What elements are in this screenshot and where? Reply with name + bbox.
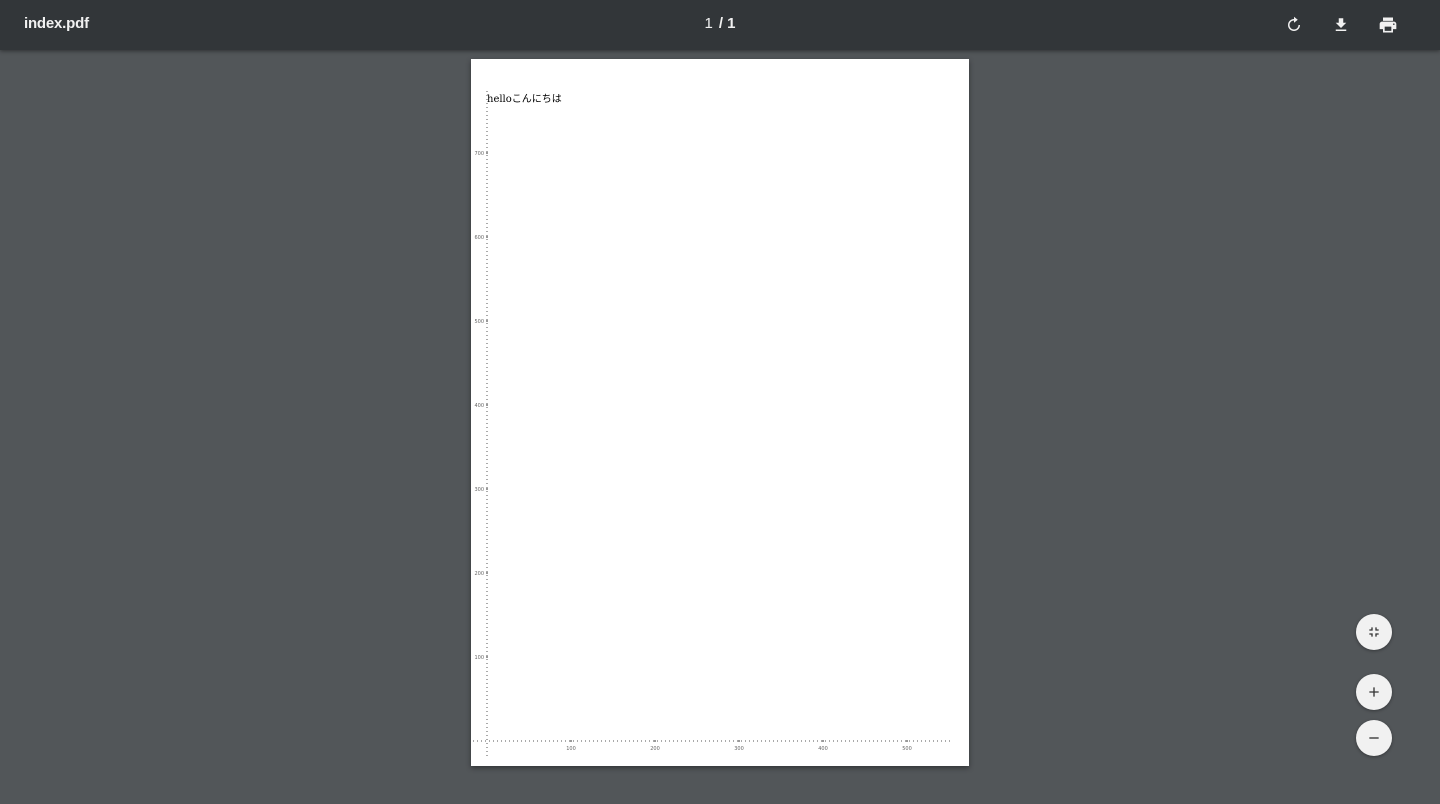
y-tick-label: 400 <box>474 403 484 409</box>
y-tick-label: 700 <box>474 151 484 157</box>
fit-to-page-icon <box>1369 627 1379 637</box>
page-separator: / <box>718 15 723 32</box>
rotate-button[interactable] <box>1280 11 1308 39</box>
plus-icon <box>1369 687 1379 697</box>
download-button[interactable] <box>1327 11 1355 39</box>
print-button[interactable] <box>1374 11 1402 39</box>
y-tick-label: 500 <box>474 319 484 325</box>
zoom-in-button[interactable] <box>1356 674 1392 710</box>
y-tick-label: 300 <box>474 487 484 493</box>
document-text: helloこんにちは <box>487 94 562 105</box>
fit-to-page-button[interactable] <box>1356 614 1392 650</box>
y-tick-label: 200 <box>474 571 484 577</box>
x-tick-label: 200 <box>650 746 660 752</box>
minus-icon <box>1369 737 1379 739</box>
rotate-icon <box>1288 16 1300 31</box>
current-page-input[interactable]: 1 <box>704 15 712 32</box>
grid-ruler: 700 600 500 400 300 200 100 100 200 300 400 500 <box>473 91 951 759</box>
x-tick-label: 400 <box>818 746 828 752</box>
x-tick-label: 100 <box>566 746 576 752</box>
y-tick-label: 100 <box>474 655 484 661</box>
pdf-page: 700 600 500 400 300 200 100 100 200 300 400 500 he… <box>471 59 969 766</box>
page-total: 1 <box>727 15 736 32</box>
page-indicator: 1/ 1 <box>0 15 1440 32</box>
x-tick-label: 300 <box>734 746 744 752</box>
x-tick-label: 500 <box>902 746 912 752</box>
download-icon <box>1335 18 1347 31</box>
print-icon <box>1379 17 1397 33</box>
pdf-toolbar: index.pdf 1/ 1 <box>0 0 1440 50</box>
zoom-out-button[interactable] <box>1356 720 1392 756</box>
y-tick-label: 600 <box>474 235 484 241</box>
